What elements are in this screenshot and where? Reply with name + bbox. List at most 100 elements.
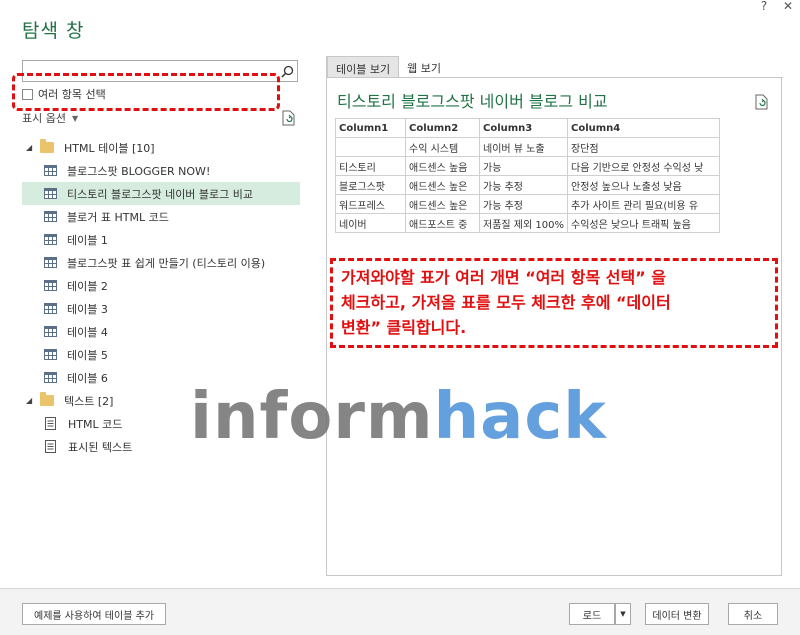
tree-item-label: 테이블 5 (67, 348, 108, 362)
table-cell: 가능 추정 (479, 175, 568, 195)
tree-item-label: HTML 코드 (68, 417, 123, 431)
table-cell: 다음 기반으로 안정성 수익성 낮 (567, 156, 720, 176)
load-button[interactable]: 로드 (569, 603, 615, 625)
table-cell: 워드프레스 (335, 194, 406, 214)
table-cell: 티스토리 (335, 156, 406, 176)
table-icon (44, 303, 57, 314)
display-options-label: 표시 옵션 (22, 112, 66, 125)
display-options-dropdown[interactable]: 표시 옵션 ▼ (22, 110, 78, 126)
table-cell: 추가 사이트 관리 필요(비용 유 (567, 194, 720, 214)
preview-title: 티스토리 블로그스팟 네이버 블로그 비교 (337, 92, 608, 111)
table-cell: 블로그스팟 (335, 175, 406, 195)
transform-data-button[interactable]: 데이터 변환 (645, 603, 709, 625)
table-icon (44, 211, 57, 222)
add-table-using-examples-button[interactable]: 예제를 사용하여 테이블 추가 (22, 603, 166, 625)
tree-item[interactable]: 블로거 표 HTML 코드 (22, 205, 300, 228)
table-header-row: Column1 Column2 Column3 Column4 (335, 118, 720, 138)
column-header: Column2 (405, 118, 480, 138)
load-dropdown-arrow[interactable]: ▼ (615, 603, 631, 625)
tree-folder-html-tables[interactable]: ◢ HTML 테이블 [10] (22, 136, 300, 159)
instruction-callout: 가져와야할 표가 여러 개면 “여러 항목 선택” 을 체크하고, 가져올 표를… (330, 258, 778, 348)
table-icon (44, 188, 57, 199)
table-icon (44, 349, 57, 360)
table-cell: 네이버 뷰 노출 (479, 137, 568, 157)
folder-icon (40, 139, 54, 153)
tree-item[interactable]: 블로그스팟 표 쉽게 만들기 (티스토리 이용) (22, 251, 300, 274)
callout-line: 체크하고, 가져올 표를 모두 체크한 후에 “데이터 (341, 293, 671, 312)
preview-tabs: 테이블 보기 웹 보기 (327, 56, 783, 78)
folder-icon (40, 392, 54, 406)
tree-item-label: 블로그스팟 BLOGGER NOW! (67, 164, 211, 178)
tree-item[interactable]: 블로그스팟 BLOGGER NOW! (22, 159, 300, 182)
tree-item-label: 블로그스팟 표 쉽게 만들기 (티스토리 이용) (67, 256, 266, 270)
table-cell: 수익성은 낮으나 트래픽 높음 (567, 213, 720, 233)
table-cell: 가능 추정 (479, 194, 568, 214)
watermark: informhack (190, 380, 607, 454)
search-icon[interactable] (277, 61, 297, 81)
table-icon (44, 372, 57, 383)
table-row: 수익 시스템 네이버 뷰 노출 장단점 (335, 137, 720, 157)
table-row: 워드프레스 애드센스 높은 가능 추정 추가 사이트 관리 필요(비용 유 (335, 194, 720, 214)
tree-item-label: 표시된 텍스트 (68, 440, 133, 454)
tab-web-view[interactable]: 웹 보기 (399, 56, 449, 77)
expand-triangle-icon[interactable]: ◢ (26, 396, 36, 405)
table-row: 블로그스팟 애드센스 높은 가능 추정 안정성 높으나 노출성 낮음 (335, 175, 720, 195)
window-controls: ? ✕ (752, 0, 800, 14)
page-title: 탐색 창 (22, 20, 85, 42)
table-icon (44, 280, 57, 291)
chevron-down-icon: ▼ (71, 113, 79, 123)
watermark-part: inform (190, 380, 434, 454)
tree-item-label: 테이블 6 (67, 371, 108, 385)
tree-item[interactable]: 테이블 3 (22, 297, 300, 320)
document-icon (45, 440, 56, 453)
column-header: Column4 (567, 118, 720, 138)
table-cell: 애드센스 높음 (405, 156, 480, 176)
tree-item[interactable]: 테이블 5 (22, 343, 300, 366)
tree-item[interactable]: 테이블 2 (22, 274, 300, 297)
tree-item-selected[interactable]: 티스토리 블로그스팟 네이버 블로그 비교 (22, 182, 300, 205)
refresh-icon[interactable] (282, 110, 296, 129)
callout-line: 가져와야할 표가 여러 개면 “여러 항목 선택” 을 (341, 268, 666, 287)
chevron-down-icon: ▼ (620, 610, 626, 618)
column-header: Column1 (335, 118, 406, 138)
table-cell: 애드센스 높은 (405, 175, 480, 195)
table-icon (44, 326, 57, 337)
tree-folder-label: 텍스트 [2] (64, 394, 114, 408)
tree-item-label: 블로거 표 HTML 코드 (67, 210, 169, 224)
table-cell: 네이버 (335, 213, 406, 233)
close-button[interactable]: ✕ (776, 0, 800, 14)
table-icon (44, 257, 57, 268)
table-icon (44, 234, 57, 245)
tree-item[interactable]: 테이블 1 (22, 228, 300, 251)
table-cell: 저품질 제외 100% (479, 213, 568, 233)
table-cell: 장단점 (567, 137, 720, 157)
watermark-part: hack (433, 380, 607, 454)
tab-table-view[interactable]: 테이블 보기 (327, 56, 400, 77)
table-row: 티스토리 애드센스 높음 가능 다음 기반으로 안정성 수익성 낮 (335, 156, 720, 176)
table-cell: 애드포스트 중 (405, 213, 480, 233)
callout-line: 변환” 클릭합니다. (341, 318, 467, 337)
preview-table: Column1 Column2 Column3 Column4 수익 시스템 네… (335, 118, 720, 233)
cancel-button[interactable]: 취소 (728, 603, 778, 625)
table-cell: 수익 시스템 (405, 137, 480, 157)
table-cell: 가능 (479, 156, 568, 176)
tree-folder-label: HTML 테이블 [10] (64, 141, 155, 155)
tree-item-label: 티스토리 블로그스팟 네이버 블로그 비교 (67, 187, 254, 201)
table-icon (44, 165, 57, 176)
table-cell: 안정성 높으나 노출성 낮음 (567, 175, 720, 195)
column-header: Column3 (479, 118, 568, 138)
navigator-panel: 여러 항목 선택 표시 옵션 ▼ ◢ HTML 테이블 [10] 블로그스팟 B… (22, 56, 300, 576)
tree-item-label: 테이블 2 (67, 279, 108, 293)
tree-item-label: 테이블 1 (67, 233, 108, 247)
table-row: 네이버 애드포스트 중 저품질 제외 100% 수익성은 낮으나 트래픽 높음 (335, 213, 720, 233)
table-cell (335, 137, 406, 157)
tree-item-label: 테이블 3 (67, 302, 108, 316)
expand-triangle-icon[interactable]: ◢ (26, 143, 36, 152)
table-cell: 애드센스 높은 (405, 194, 480, 214)
refresh-icon[interactable] (755, 94, 769, 113)
document-icon (45, 417, 56, 430)
tree-item-label: 테이블 4 (67, 325, 108, 339)
highlight-multi-select (12, 73, 280, 111)
tree-item[interactable]: 테이블 4 (22, 320, 300, 343)
help-button[interactable]: ? (752, 0, 776, 14)
